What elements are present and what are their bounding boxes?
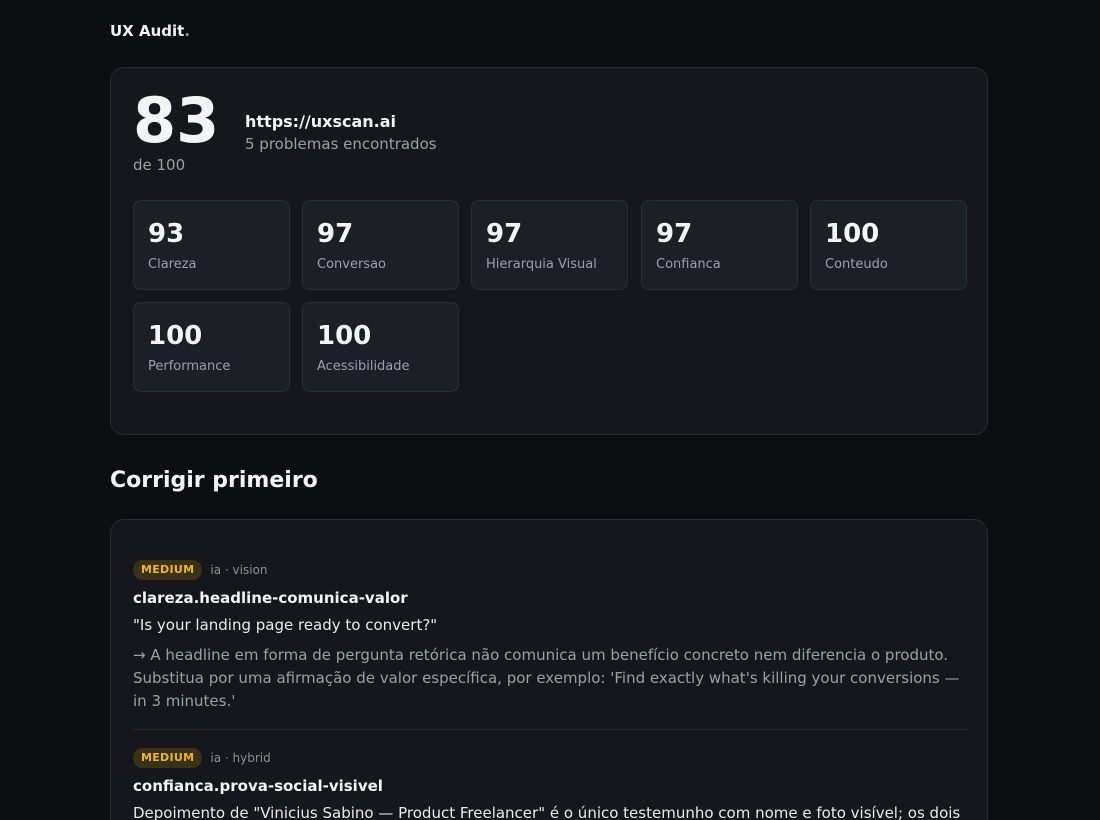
issue-recommendation: → A headline em forma de pergunta retóri…: [133, 646, 960, 710]
issue-rule-id: confianca.prova-social-visivel: [133, 777, 383, 795]
metric-value: 93: [148, 219, 185, 249]
metric-card-conversao[interactable]: 97 Conversao: [302, 200, 459, 290]
metric-label: Acessibilidade: [317, 359, 410, 374]
issue-source: ia · hybrid: [210, 751, 271, 765]
metric-card-performance[interactable]: 100 Performance: [133, 302, 290, 392]
severity-badge: MEDIUM: [133, 748, 203, 768]
brand-logo: UX Audit.: [110, 22, 190, 40]
metric-card-conteudo[interactable]: 100 Conteudo: [810, 200, 967, 290]
metric-label: Hierarquia Visual: [486, 257, 597, 272]
issue-rule-id: clareza.headline-comunica-valor: [133, 589, 408, 607]
issues-list-card: MEDIUM ia · vision clareza.headline-comu…: [110, 519, 988, 820]
metric-value: 100: [825, 219, 880, 249]
metric-value: 97: [486, 219, 523, 249]
audited-url[interactable]: https://uxscan.ai: [245, 112, 396, 131]
score-summary-card: 83 de 100 https://uxscan.ai 5 problemas …: [110, 67, 988, 435]
metric-value: 100: [148, 321, 203, 351]
metric-label: Clareza: [148, 257, 197, 272]
overall-score: 83: [133, 84, 220, 157]
metric-label: Performance: [148, 359, 231, 374]
issue-meta: MEDIUM ia · hybrid: [133, 748, 271, 768]
issue-evidence: "Is your landing page ready to convert?": [133, 616, 438, 634]
metric-card-acessibilidade[interactable]: 100 Acessibilidade: [302, 302, 459, 392]
metric-card-confianca[interactable]: 97 Confianca: [641, 200, 798, 290]
metric-card-hierarquia-visual[interactable]: 97 Hierarquia Visual: [471, 200, 628, 290]
metric-value: 97: [656, 219, 693, 249]
issue-divider: [133, 729, 967, 730]
metric-value: 97: [317, 219, 354, 249]
metric-label: Conteudo: [825, 257, 888, 272]
metric-label: Conversao: [317, 257, 386, 272]
score-max-label: de 100: [133, 156, 186, 174]
metric-value: 100: [317, 321, 372, 351]
brand-name: UX Audit: [110, 22, 185, 40]
metric-card-clareza[interactable]: 93 Clareza: [133, 200, 290, 290]
brand-dot: .: [184, 22, 191, 40]
issue-evidence: Depoimento de "Vinicius Sabino — Product…: [133, 804, 961, 820]
fix-first-heading: Corrigir primeiro: [110, 468, 318, 493]
problems-count: 5 problemas encontrados: [245, 135, 437, 153]
issue-meta: MEDIUM ia · vision: [133, 560, 267, 580]
severity-badge: MEDIUM: [133, 560, 203, 580]
issue-source: ia · vision: [210, 563, 268, 577]
metric-label: Confianca: [656, 257, 721, 272]
